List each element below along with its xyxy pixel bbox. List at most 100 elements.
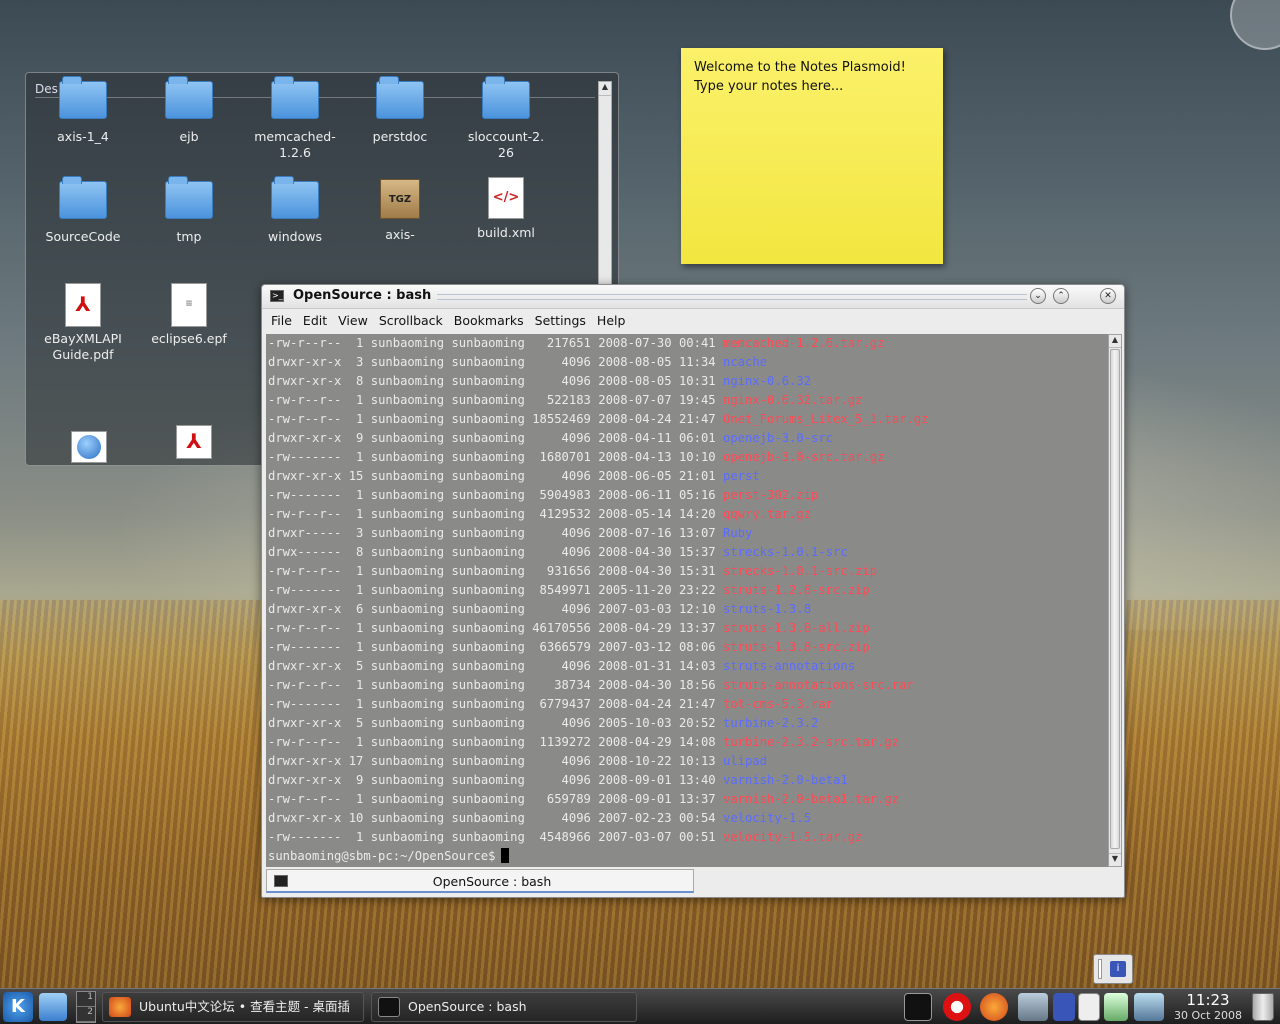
ls-user: sunbaoming [370,374,445,388]
ls-group: sunbaoming [451,336,525,350]
ls-user: sunbaoming [370,697,445,711]
ls-filename[interactable]: openejb-3.0-src.tar.gz [723,450,884,464]
ls-filename[interactable]: turbine-2.3.2-src.tar.gz [723,735,899,749]
info-icon[interactable] [1053,993,1075,1021]
ls-row: drwxr----- 3 sunbaoming sunbaoming 4096 … [268,524,1106,543]
ls-filename[interactable]: varnish-2.0-beta1 [723,773,848,787]
ls-user: sunbaoming [370,469,445,483]
ls-filename[interactable]: turbine-2.3.2 [723,716,818,730]
konsole-launcher-icon[interactable] [904,993,932,1021]
ls-filename[interactable]: struts-annotations-src.rar [723,678,914,692]
terminal-output[interactable]: -rw-r--r-- 1 sunbaoming sunbaoming 21765… [266,334,1108,867]
home-folder-icon[interactable] [39,993,67,1021]
applet-handle[interactable]: i [1093,954,1133,984]
menu-item-view[interactable]: View [338,310,368,332]
ls-filename[interactable]: qqwry.tar.gz [723,507,811,521]
menu-item-help[interactable]: Help [597,310,626,332]
network-icon[interactable] [1018,993,1048,1021]
ls-filename[interactable]: varnish-2.0-beta1.tar.gz [723,792,899,806]
ls-perm: -rw-r--r-- [268,564,342,578]
opera-icon[interactable] [943,993,971,1021]
clipboard-icon[interactable] [1078,993,1100,1021]
menu-item-scrollback[interactable]: Scrollback [379,310,443,332]
minimize-icon[interactable]: ⌄ [1030,288,1046,304]
terminal-scrollbar[interactable]: ▲ ▼ [1108,334,1122,867]
notes-widget[interactable]: Welcome to the Notes Plasmoid! Type your… [681,48,943,264]
trash-icon[interactable] [1252,993,1274,1021]
task-firefox[interactable]: Ubuntu中文论坛 • 查看主题 - 桌面插 [102,992,364,1022]
ls-time: 14:08 [678,735,716,749]
folderview-scrollbar[interactable]: ▲ [598,81,612,291]
desktop-icon[interactable]: </> build.xml [456,177,556,241]
menu-item-file[interactable]: File [271,310,292,332]
desktop-icon[interactable]: ≡ eclipse6.epf [139,283,239,347]
firefox-launcher-icon[interactable] [980,993,1008,1021]
ls-filename[interactable]: perst [723,469,760,483]
ls-filename[interactable]: struts-1.3.8 [723,602,811,616]
ls-perm: -rw------- [268,830,342,844]
ls-filename[interactable]: ulipad [723,754,767,768]
pager-desktop-2[interactable]: 2 [77,1007,95,1022]
desktop-icon[interactable]: windows [245,176,345,245]
plasma-toolbox-icon[interactable] [1230,0,1280,50]
ls-filename[interactable]: ncache [723,355,767,369]
ls-links: 9 [348,773,364,787]
desktop-pager[interactable]: 1 2 [76,991,96,1023]
title-bar[interactable]: >_ OpenSource : bash ⌄ ⌃ ✕ [262,285,1124,309]
menu-item-edit[interactable]: Edit [303,310,327,332]
ls-filename[interactable]: struts-1.2.8-src.zip [723,583,870,597]
ls-filename[interactable]: openejb-3.0-src [723,431,833,445]
ls-filename[interactable]: tot-cms-5.3.rar [723,697,833,711]
menu-item-bookmarks[interactable]: Bookmarks [454,310,524,332]
ls-filename[interactable]: struts-1.3.8-src.zip [723,640,870,654]
desktop-icon[interactable]: ejb [139,76,239,145]
ls-filename[interactable]: struts-1.3.8-all.zip [723,621,870,635]
notes-line: Welcome to the Notes Plasmoid! [694,60,906,75]
digital-clock[interactable]: 11:23 30 Oct 2008 [1168,991,1248,1022]
desktop-icon[interactable]: sloccount-2.26 [456,76,556,161]
ls-date: 2008-04-11 [598,431,672,445]
ls-filename[interactable]: nginx-0.6.32.tar.gz [723,393,862,407]
shell-prompt[interactable]: sunbaoming@sbm-pc:~/OpenSource$ [268,847,1106,866]
ls-size: 6366579 [532,640,591,654]
ls-links: 1 [348,697,364,711]
ls-perm: -rw-r--r-- [268,792,342,806]
desktop-icon[interactable]: TGZ axis- [350,177,450,243]
close-icon[interactable]: ✕ [1100,288,1116,304]
ls-size: 931656 [532,564,591,578]
ls-filename[interactable]: strecks-1.0.1-src.zip [723,564,877,578]
ls-filename[interactable]: Ruby [723,526,752,540]
scrollbar-thumb[interactable] [1110,349,1120,849]
task-konsole[interactable]: OpenSource : bash [371,992,637,1022]
html-file-icon[interactable] [39,425,139,463]
pdf-icon[interactable]: ⅄ [144,425,244,459]
pager-desktop-1[interactable]: 1 [77,992,95,1007]
ls-filename[interactable]: perst-302.zip [723,488,818,502]
desktop-icon[interactable]: ⅄ eBayXMLAPIGuide.pdf [33,283,133,363]
ls-filename[interactable]: velocity-1.5.tar.gz [723,830,862,844]
desktop-icon[interactable]: perstdoc [350,76,450,145]
kmenu-button[interactable]: K [3,992,33,1022]
desktop-icon[interactable]: memcached-1.2.6 [245,76,345,161]
ls-filename[interactable]: struts-annotations [723,659,855,673]
tab-opensource-bash[interactable]: OpenSource : bash [266,869,694,893]
desktop-icon[interactable]: SourceCode [33,176,133,245]
scroll-up-icon[interactable]: ▲ [1109,335,1121,348]
ls-filename[interactable]: memcached-1.2.6.tar.gz [723,336,884,350]
ls-date: 2007-03-07 [598,830,672,844]
display-icon[interactable] [1134,993,1164,1021]
update-icon[interactable] [1104,993,1128,1021]
desktop-icon[interactable]: axis-1_4 [33,76,133,145]
desktop-icon[interactable]: tmp [139,176,239,245]
ls-filename[interactable]: velocity-1.5 [723,811,811,825]
maximize-icon[interactable]: ⌃ [1053,288,1069,304]
ls-filename[interactable]: strecks-1.0.1-src [723,545,848,559]
terminal-icon[interactable]: >_ [270,290,284,302]
ls-filename[interactable]: nginx-0.6.32 [723,374,811,388]
scroll-down-icon[interactable]: ▼ [1109,853,1121,866]
menu-item-settings[interactable]: Settings [535,310,586,332]
ls-size: 4096 [532,716,591,730]
ls-size: 217651 [532,336,591,350]
ls-filename[interactable]: Onet_Forums_Litex_5_1.tar.gz [723,412,928,426]
ls-size: 8549971 [532,583,591,597]
